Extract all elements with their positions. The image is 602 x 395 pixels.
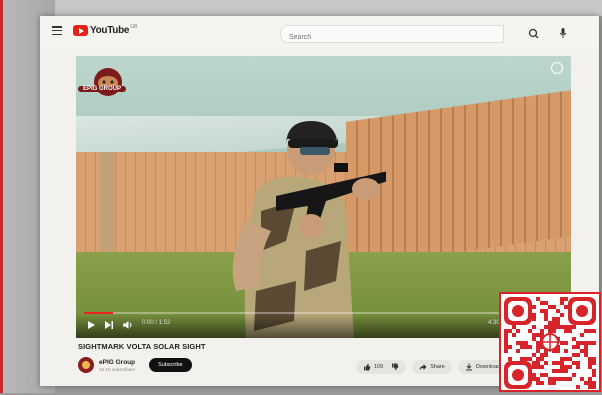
shooter-figure bbox=[232, 121, 386, 338]
action-bar: 109 Share Download bbox=[356, 360, 513, 374]
channel-name[interactable]: ePIG Group bbox=[99, 359, 135, 366]
logo-text: YouTube bbox=[90, 25, 130, 36]
background-wall bbox=[0, 0, 602, 16]
play-icon[interactable] bbox=[86, 320, 96, 330]
search-icon[interactable] bbox=[523, 25, 547, 43]
red-frame-edge bbox=[0, 0, 3, 393]
logo-country: GB bbox=[130, 23, 138, 30]
hamburger-menu-icon[interactable] bbox=[52, 26, 62, 36]
watermark-text: EPIG GROUP bbox=[78, 86, 126, 92]
search-box[interactable] bbox=[280, 25, 504, 43]
like-button[interactable]: 109 bbox=[356, 360, 407, 374]
progress-bar[interactable] bbox=[84, 312, 563, 314]
share-button[interactable]: Share bbox=[412, 360, 452, 374]
search-input[interactable] bbox=[287, 33, 491, 42]
volume-icon[interactable] bbox=[122, 320, 133, 330]
channel-row: ePIG Group 16.1K subscribers Subscribe bbox=[78, 357, 192, 373]
channel-avatar[interactable] bbox=[78, 357, 94, 373]
youtube-play-icon bbox=[73, 25, 88, 36]
right-time: 4:30 bbox=[488, 320, 500, 326]
info-icon[interactable] bbox=[551, 62, 563, 74]
share-label: Share bbox=[430, 364, 445, 370]
player-controls bbox=[76, 314, 571, 338]
qr-code[interactable] bbox=[499, 292, 601, 392]
subscribe-button[interactable]: Subscribe bbox=[149, 358, 192, 372]
like-count: 109 bbox=[374, 364, 384, 370]
microphone-icon[interactable] bbox=[557, 26, 569, 40]
video-post bbox=[100, 152, 114, 260]
share-icon bbox=[419, 364, 427, 370]
next-icon[interactable] bbox=[104, 320, 114, 330]
video-player[interactable]: EPIG GROUP 0:00 / 1:52 4:30 bbox=[76, 56, 571, 338]
subscriber-count: 16.1K subscribers bbox=[99, 366, 136, 372]
progress-fill bbox=[84, 312, 113, 314]
thumbs-up-icon bbox=[364, 363, 371, 371]
video-title: SIGHTMARK VOLTA SOLAR SIGHT bbox=[78, 342, 206, 351]
channel-watermark-logo bbox=[94, 68, 122, 96]
youtube-logo[interactable]: YouTube GB bbox=[73, 23, 138, 36]
time-display: 0:00 / 1:52 bbox=[142, 320, 171, 326]
download-icon bbox=[465, 363, 472, 371]
download-label: Download bbox=[475, 364, 501, 370]
qr-code-pattern bbox=[504, 297, 596, 389]
top-bar: YouTube GB bbox=[40, 16, 599, 48]
channel-text: ePIG Group 16.1K subscribers bbox=[99, 359, 135, 372]
thumbs-down-icon[interactable] bbox=[391, 363, 399, 371]
